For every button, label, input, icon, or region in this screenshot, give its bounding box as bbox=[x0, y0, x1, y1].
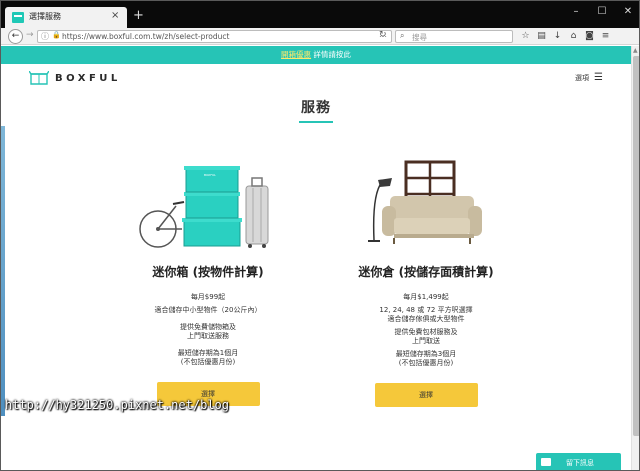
card-desc-a: 12, 24, 48 或 72 平方呎選擇 適合儲存傢俱或大型物件 bbox=[336, 306, 516, 324]
search-input[interactable]: ⌕ 搜尋 bbox=[395, 30, 513, 43]
toolbar-icons: ☆ ▤ ↓ ⌂ ◙ ≡ bbox=[519, 29, 612, 43]
boxful-favicon-icon bbox=[12, 12, 24, 23]
desc-line: 適合儲存傢俱或大型物件 bbox=[387, 315, 465, 323]
desc-line: 上門取送 bbox=[412, 337, 440, 345]
download-icon[interactable]: ↓ bbox=[551, 29, 564, 43]
tab-title: 選擇服務 bbox=[29, 12, 61, 21]
envelope-icon bbox=[541, 458, 551, 466]
url-text[interactable]: https://www.boxful.com.tw/zh/select-prod… bbox=[62, 32, 229, 41]
forward-arrow-icon[interactable]: → bbox=[26, 30, 34, 40]
card-desc-c: 最短儲存期為3個月 (不包括優惠月份) bbox=[336, 350, 516, 368]
desc-line: 最短儲存期為1個月 bbox=[177, 349, 239, 357]
search-icon: ⌕ bbox=[400, 31, 405, 40]
menu-button[interactable]: 選項 ☰ bbox=[575, 73, 603, 83]
browser-window: 選擇服務 × + – ☐ ✕ ← → ⓘ 🔒 https://www.boxfu… bbox=[0, 0, 640, 471]
desc-line: (不包括優惠月份) bbox=[180, 358, 236, 366]
desc-line: 上門取送服務 bbox=[187, 332, 229, 340]
card-mini-storage: 迷你倉 (按儲存面積計算) 每月$1,499起 12, 24, 48 或 72 … bbox=[336, 154, 516, 407]
desc-line: 最短儲存期為3個月 bbox=[395, 350, 457, 358]
hamburger-menu-icon[interactable]: ≡ bbox=[599, 29, 612, 43]
pocket-icon[interactable]: ◙ bbox=[583, 29, 596, 43]
scroll-up-icon[interactable]: ▲ bbox=[633, 47, 638, 54]
card-desc-c: 最短儲存期為1個月 (不包括優惠月份) bbox=[118, 349, 298, 367]
select-mini-storage-button[interactable]: 選擇 bbox=[374, 383, 478, 407]
card-desc-b: 提供免費包材服務及 上門取送 bbox=[336, 328, 516, 346]
page-title: 服務 bbox=[301, 100, 331, 116]
sofa-lamp-shelf-illustration bbox=[368, 160, 482, 244]
boxes-bicycle-suitcase-illustration: BOXFUL bbox=[139, 166, 269, 248]
window-controls: – ☐ ✕ bbox=[563, 1, 639, 21]
address-bar[interactable]: ⓘ 🔒 https://www.boxful.com.tw/zh/select-… bbox=[37, 30, 392, 43]
svg-text:BOXFUL: BOXFUL bbox=[204, 173, 216, 177]
scroll-thumb[interactable] bbox=[633, 56, 639, 436]
tab-close-icon[interactable]: × bbox=[111, 10, 119, 21]
vertical-scrollbar[interactable]: ▲ bbox=[631, 46, 639, 470]
menu-label: 選項 bbox=[575, 74, 590, 82]
lock-icon: 🔒 bbox=[52, 31, 61, 39]
desc-line: 提供免費包材服務及 bbox=[394, 328, 458, 336]
clipboard-icon[interactable]: ▤ bbox=[535, 29, 548, 43]
chat-label: 留下訊息 bbox=[566, 459, 594, 467]
card-price: 每月$1,499起 bbox=[403, 293, 449, 301]
close-window-button[interactable]: ✕ bbox=[615, 1, 639, 21]
info-icon[interactable]: ⓘ bbox=[41, 31, 49, 42]
card-desc-a: 適合儲存中小型物件（20公斤內） bbox=[118, 306, 298, 315]
box-logo-icon bbox=[29, 71, 49, 85]
promo-text: 詳情請按此 bbox=[311, 50, 351, 59]
card-title: 迷你箱 (按物件計算) bbox=[152, 265, 264, 279]
search-placeholder: 搜尋 bbox=[412, 33, 427, 42]
promo-link[interactable]: 開箱優惠 bbox=[281, 50, 311, 59]
reload-icon[interactable]: ↻ bbox=[379, 30, 387, 40]
maximize-button[interactable]: ☐ bbox=[589, 1, 615, 21]
hamburger-icon: ☰ bbox=[594, 72, 603, 83]
minimize-button[interactable]: – bbox=[563, 1, 589, 21]
desc-line: 適合儲存中小型物件（20公斤內） bbox=[154, 306, 262, 314]
back-arrow-icon[interactable]: ← bbox=[8, 29, 23, 44]
promo-banner: 開箱優惠 詳情請按此 bbox=[1, 46, 631, 64]
bookmark-star-icon[interactable]: ☆ bbox=[519, 29, 532, 43]
card-desc-b: 提供免費儲物箱及 上門取送服務 bbox=[118, 323, 298, 341]
title-underline bbox=[299, 121, 333, 123]
desc-line: 12, 24, 48 或 72 平方呎選擇 bbox=[379, 306, 473, 314]
desktop-edge bbox=[1, 126, 5, 416]
tab-select-product[interactable]: 選擇服務 × bbox=[5, 7, 127, 28]
desc-line: 提供免費儲物箱及 bbox=[180, 323, 236, 331]
desc-line: (不包括優惠月份) bbox=[398, 359, 454, 367]
new-tab-button[interactable]: + bbox=[133, 9, 144, 23]
brand-name: BOXFUL bbox=[55, 72, 121, 84]
home-icon[interactable]: ⌂ bbox=[567, 29, 580, 43]
card-mini-box: BOXFUL 迷你箱 (按物件計算) 每月$99起 適合儲存中小型物件（20公斤… bbox=[118, 154, 298, 406]
tab-bar: 選擇服務 × + – ☐ ✕ bbox=[1, 1, 639, 28]
leave-message-button[interactable]: 留下訊息 bbox=[536, 453, 621, 470]
navigation-bar: ← → ⓘ 🔒 https://www.boxful.com.tw/zh/sel… bbox=[1, 28, 639, 45]
card-title: 迷你倉 (按儲存面積計算) bbox=[358, 265, 494, 279]
card-price: 每月$99起 bbox=[190, 293, 226, 301]
watermark: http://hy321250.pixnet.net/blog bbox=[5, 398, 229, 412]
boxful-logo[interactable]: BOXFUL bbox=[29, 71, 121, 85]
